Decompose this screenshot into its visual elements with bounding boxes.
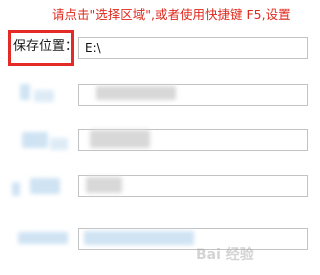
blurred-label-3b [50,138,68,150]
instruction-hint: 请点击"选择区域",或者使用快捷键 F5,设置 [52,7,291,22]
blurred-label-5 [18,232,68,244]
blurred-value-3 [90,130,150,148]
blurred-label-2 [20,84,30,100]
save-location-field[interactable]: E:\ [78,37,308,59]
blurred-value-5 [84,231,194,245]
blurred-value-2 [96,86,176,100]
blurred-value-4 [86,177,122,193]
blurred-label-2b [34,90,54,102]
blurred-label-3 [22,132,48,148]
blurred-label-4 [12,182,20,196]
save-location-label: 保存位置： [13,39,79,54]
blurred-label-4b [30,178,60,194]
watermark-logo: Bai 经验 [196,247,254,263]
